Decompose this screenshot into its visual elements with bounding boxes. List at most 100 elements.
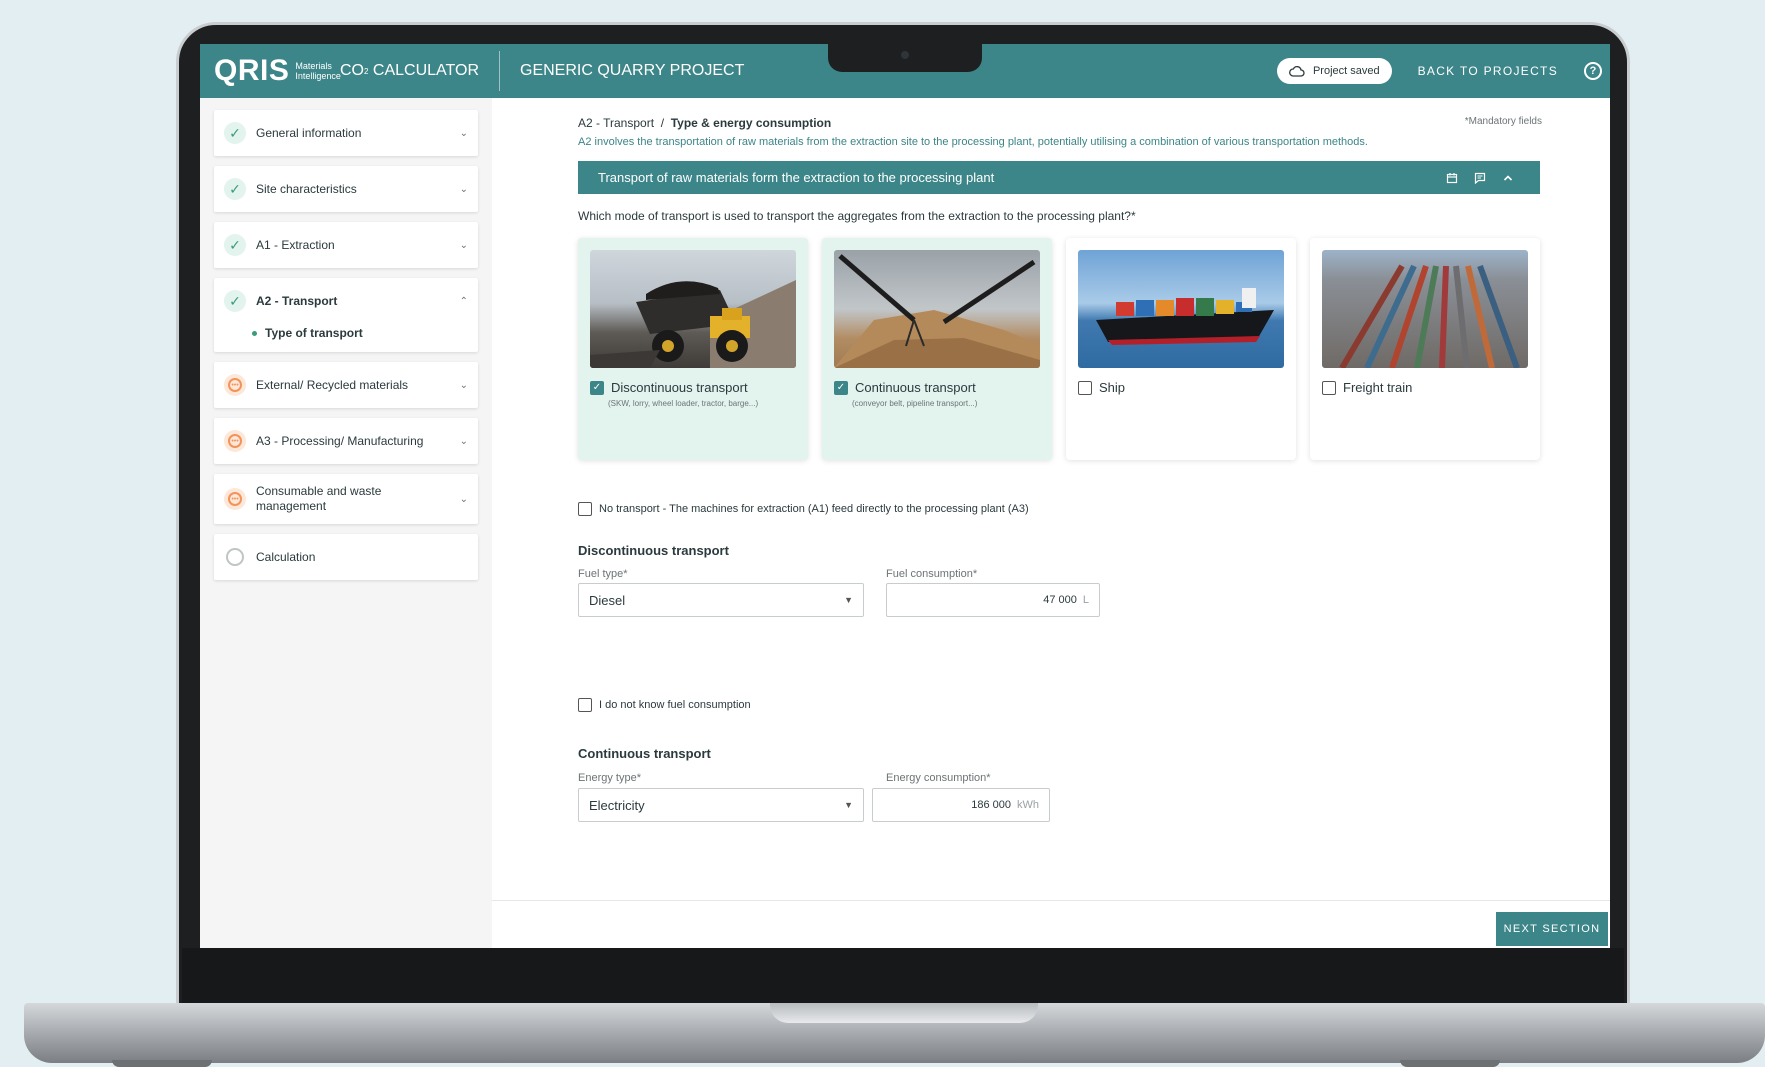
fuel-type-value: Diesel [589, 592, 626, 608]
sidebar-item-label: A2 - Transport [256, 293, 338, 308]
fuel-consumption-input[interactable]: 47 000 L [886, 583, 1100, 617]
transport-mode-cards: ✓ Discontinuous transport (SKW, lorry, w… [578, 238, 1540, 460]
breadcrumb-parent[interactable]: A2 - Transport [578, 116, 654, 130]
no-transport-label: No transport - The machines for extracti… [599, 503, 1029, 515]
card-label: Discontinuous transport [611, 380, 748, 395]
sidebar-subitem-type-of-transport[interactable]: Type of transport [224, 312, 468, 344]
dots-circle-icon: ••• [224, 374, 246, 396]
card-label: Ship [1099, 380, 1126, 395]
freight-train-checkbox-row[interactable]: Freight train [1322, 380, 1528, 395]
continuous-checkbox-row[interactable]: ✓ Continuous transport [834, 380, 1040, 395]
ship-checkbox-row[interactable]: Ship [1078, 380, 1284, 395]
chevron-down-icon: ⌄ [459, 127, 468, 139]
sidebar: ✓ General information ⌄ ✓ Site character… [200, 98, 492, 948]
checkbox-checked-icon[interactable]: ✓ [590, 380, 604, 395]
sidebar-item-consumable-waste[interactable]: ••• Consumable and waste management ⌄ [214, 474, 478, 524]
laptop-foot [112, 1060, 212, 1067]
checkbox-checked-icon[interactable]: ✓ [834, 380, 848, 395]
calendar-icon[interactable] [1446, 172, 1458, 184]
card-discontinuous-transport[interactable]: ✓ Discontinuous transport (SKW, lorry, w… [578, 238, 808, 460]
sidebar-item-general-information[interactable]: ✓ General information ⌄ [214, 110, 478, 156]
sidebar-item-label: Consumable and waste management [256, 484, 382, 513]
fuel-consumption-value: 47 000 [1043, 594, 1077, 606]
caret-down-icon: ▼ [844, 800, 853, 810]
logo-sub-1: Materials [295, 61, 332, 71]
energy-consumption-label: Energy consumption* [886, 772, 991, 784]
calc-prefix: CO [340, 62, 364, 79]
calculator-title: CO 2 CALCULATOR [340, 51, 500, 91]
card-freight-train[interactable]: Freight train [1310, 238, 1540, 460]
sidebar-item-a2-transport[interactable]: ✓ A2 - Transport ⌃ Type of transport [214, 278, 478, 352]
unknown-fuel-option[interactable]: I do not know fuel consumption [578, 698, 751, 712]
empty-circle-icon [226, 548, 244, 566]
screen: QRIS Materials Intelligence CO 2 CALCULAT… [200, 44, 1610, 948]
laptop-bezel [182, 948, 1624, 1004]
sidebar-item-external-recycled[interactable]: ••• External/ Recycled materials ⌄ [214, 362, 478, 408]
checkbox-unchecked-icon[interactable] [578, 502, 592, 516]
fuel-unit: L [1082, 594, 1089, 606]
logo-subtitle: Materials Intelligence [295, 61, 341, 81]
sidebar-item-a1-extraction[interactable]: ✓ A1 - Extraction ⌄ [214, 222, 478, 268]
dump-truck-image [590, 250, 796, 368]
chevron-down-icon: ⌄ [459, 435, 468, 447]
card-continuous-transport[interactable]: ✓ Continuous transport (conveyor belt, p… [822, 238, 1052, 460]
intro-text: A2 involves the transportation of raw ma… [578, 136, 1368, 148]
breadcrumb: A2 - Transport / Type & energy consumpti… [578, 116, 831, 130]
project-saved-badge: Project saved [1276, 58, 1392, 84]
section-header[interactable]: Transport of raw materials form the extr… [578, 161, 1540, 194]
active-dot-icon [252, 330, 257, 336]
energy-unit: kWh [1017, 799, 1039, 811]
card-ship[interactable]: Ship [1066, 238, 1296, 460]
conveyor-image [834, 250, 1040, 368]
mandatory-note: *Mandatory fields [1464, 116, 1542, 127]
sidebar-item-label: General information [256, 125, 362, 140]
help-icon[interactable]: ? [1584, 62, 1602, 80]
checkbox-unchecked-icon[interactable] [1078, 380, 1092, 395]
camera-icon [901, 51, 909, 59]
sidebar-item-label: A1 - Extraction [256, 237, 335, 252]
no-transport-option[interactable]: No transport - The machines for extracti… [578, 502, 1029, 516]
chevron-up-icon[interactable] [1502, 172, 1514, 184]
chevron-down-icon: ⌄ [459, 379, 468, 391]
sidebar-subitem-label: Type of transport [265, 326, 363, 340]
chevron-down-icon: ⌄ [459, 239, 468, 251]
fuel-type-select[interactable]: Diesel ▼ [578, 583, 864, 617]
logo-mark: QRIS [214, 54, 290, 87]
back-to-projects-link[interactable]: BACK TO PROJECTS [1418, 64, 1558, 78]
card-sublabel: (conveyor belt, pipeline transport...) [852, 399, 978, 408]
discontinuous-section-title: Discontinuous transport [578, 543, 729, 558]
calc-suffix: CALCULATOR [368, 62, 479, 79]
chevron-down-icon: ⌄ [459, 493, 468, 505]
comment-icon[interactable] [1474, 172, 1486, 184]
check-icon: ✓ [224, 178, 246, 200]
breadcrumb-current: Type & energy consumption [670, 116, 832, 130]
chevron-up-icon: ⌃ [459, 295, 468, 307]
card-sublabel: (SKW, lorry, wheel loader, tractor, barg… [608, 399, 759, 408]
energy-type-label: Energy type* [578, 772, 641, 784]
footer-divider [492, 900, 1610, 901]
next-section-button[interactable]: NEXT SECTION [1496, 912, 1608, 946]
check-icon: ✓ [224, 122, 246, 144]
transport-question: Which mode of transport is used to trans… [578, 209, 1136, 223]
chevron-down-icon: ⌄ [459, 183, 468, 195]
discontinuous-checkbox-row[interactable]: ✓ Discontinuous transport [590, 380, 796, 395]
card-label: Freight train [1343, 380, 1413, 395]
checkbox-unchecked-icon[interactable] [1322, 380, 1336, 395]
sidebar-item-label: Calculation [256, 549, 316, 564]
energy-type-select[interactable]: Electricity ▼ [578, 788, 864, 822]
breadcrumb-separator: / [660, 116, 665, 130]
cloud-icon [1289, 65, 1305, 77]
energy-consumption-input[interactable]: 186 000 kWh [872, 788, 1050, 822]
continuous-section-title: Continuous transport [578, 746, 711, 761]
checkbox-unchecked-icon[interactable] [578, 698, 592, 712]
freight-train-image [1322, 250, 1528, 368]
logo[interactable]: QRIS Materials Intelligence [200, 54, 341, 88]
sidebar-item-label: Site characteristics [256, 181, 357, 196]
sidebar-item-a3-processing[interactable]: ••• A3 - Processing/ Manufacturing ⌄ [214, 418, 478, 464]
card-label: Continuous transport [855, 380, 976, 395]
sidebar-item-calculation[interactable]: Calculation [214, 534, 478, 580]
energy-type-value: Electricity [589, 797, 645, 813]
container-ship-image [1078, 250, 1284, 368]
logo-sub-2: Intelligence [295, 71, 341, 81]
sidebar-item-site-characteristics[interactable]: ✓ Site characteristics ⌄ [214, 166, 478, 212]
